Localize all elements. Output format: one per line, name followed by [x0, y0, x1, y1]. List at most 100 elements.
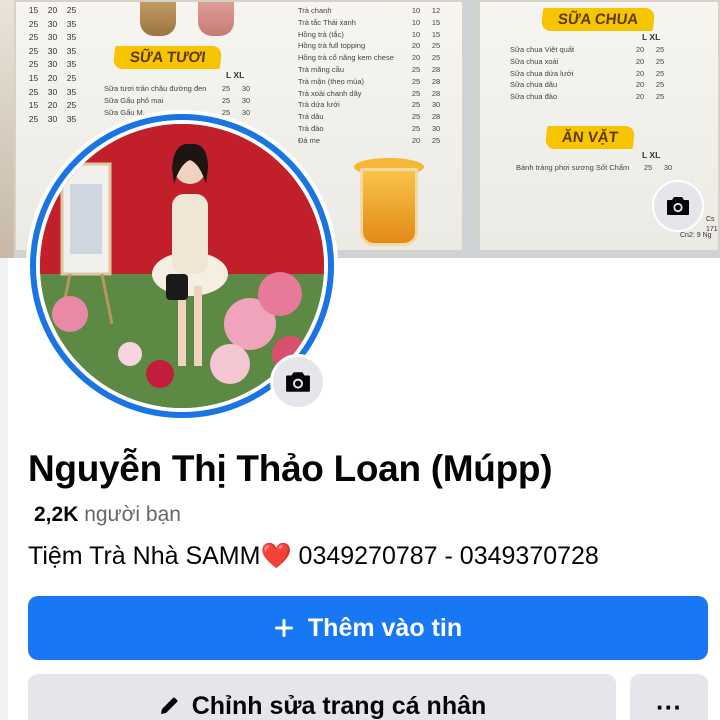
price-value: 30: [47, 45, 58, 56]
menu-item-price-xl: 30: [241, 107, 251, 117]
menu-item-price-xl: 30: [663, 163, 673, 172]
yogurt-banner: SỮA CHUA: [540, 8, 656, 31]
menu-item-price-xl: 30: [431, 100, 441, 110]
menu-item-price-l: 25: [411, 76, 421, 86]
price-value: 25: [28, 32, 39, 43]
price-row: 25 30 35: [24, 113, 81, 127]
menu-item-name: Sữa chua dứa lưới: [510, 68, 574, 78]
price-value: 25: [28, 86, 39, 97]
yogurt-menu-list: Sữa chua Việt quất 20 25 Sữa chua xoài 20 25 S…: [510, 44, 670, 103]
profile-name: Nguyễn Thị Thảo Loan (Múpp): [28, 448, 553, 489]
menu-item-name: Sữa chua Việt quất: [510, 45, 575, 54]
price-row: 25 30 35: [24, 58, 81, 72]
menu-item-price-l: 20: [635, 56, 645, 66]
menu-item: Sữa chua xoài 20 25: [510, 56, 670, 68]
price-value: 20: [47, 72, 58, 83]
menu-item-name: Bánh tráng phơi sương Sốt Chấm: [516, 163, 630, 172]
menu-item-price-l: 20: [411, 53, 421, 63]
menu-item: Trà tắc Thái xanh 10 15: [298, 17, 446, 29]
menu-item-name: Hồng trà full topping: [298, 41, 366, 51]
menu-item-price-xl: 28: [431, 88, 441, 98]
menu-item-name: Trà tắc Thái xanh: [298, 17, 356, 27]
menu-item: Đá me 20 25: [298, 135, 446, 147]
menu-item: Trà mãng cầu 25 28: [298, 64, 446, 76]
menu-item: Sữa Gấu phô mai 25 30: [104, 95, 256, 107]
profile-picture-camera-button[interactable]: [270, 354, 326, 410]
price-row: 15 20 25: [24, 4, 81, 18]
menu-item: Bánh tráng phơi sương Sốt Chấm 25 30: [516, 162, 678, 174]
menu-item: Trà đào 25 30: [298, 123, 446, 135]
bio-phones: 0349270787 - 0349370728: [291, 542, 599, 570]
menu-item: Sữa chua dâu 20 25: [510, 79, 670, 91]
menu-item-name: Sữa Gấu phô mai: [104, 95, 164, 105]
friends-count[interactable]: 2,2K người bạn: [34, 503, 181, 527]
menu-item-price-l: 20: [635, 92, 645, 102]
camera-icon: [667, 197, 689, 215]
price-value: 35: [66, 113, 77, 124]
heart-emoji: ❤️: [260, 542, 292, 570]
price-row: 25 30 35: [24, 31, 81, 45]
menu-item-price-l: 20: [635, 68, 645, 78]
menu-item-name: Sữa chua đào: [510, 92, 558, 102]
menu-item-price-xl: 12: [431, 6, 441, 15]
drink-cup-image: [140, 2, 176, 36]
menu-item-name: Hồng trà cổ năng kem chese: [298, 53, 394, 63]
menu-item-price-xl: 25: [655, 92, 665, 102]
price-value: 25: [66, 72, 77, 83]
price-value: 30: [47, 59, 58, 70]
cover-camera-button[interactable]: [652, 180, 704, 232]
menu-item-name: Trà dứa lưới: [298, 100, 340, 110]
snack-size-header: L XL: [642, 150, 661, 160]
price-row: 25 30 35: [24, 86, 81, 100]
menu-item: Hồng trà (tắc) 10 15: [298, 29, 446, 41]
menu-item-price-l: 20: [635, 80, 645, 90]
milk-size-header: L XL: [226, 70, 245, 80]
camera-icon: [286, 372, 310, 392]
price-value: 35: [66, 18, 77, 29]
add-to-story-button[interactable]: Thêm vào tin: [28, 596, 708, 660]
edit-profile-label: Chỉnh sửa trang cá nhân: [191, 692, 487, 720]
menu-item-price-xl: 25: [431, 53, 441, 63]
menu-item-price-l: 20: [411, 135, 421, 145]
price-value: 35: [66, 86, 77, 97]
tea-menu-list: Trà chanh 10 12 Trà tắc Thái xanh 10 15 Hồng t…: [298, 5, 446, 147]
price-value: 25: [28, 45, 39, 56]
price-value: 35: [66, 32, 77, 43]
menu-item-price-l: 25: [643, 163, 653, 172]
menu-item: Trà mận (theo mùa) 25 28: [298, 76, 446, 88]
friends-number: 2,2K: [34, 503, 79, 526]
menu-item: Sữa chua Việt quất 20 25: [510, 44, 670, 56]
menu-item-price-l: 10: [411, 6, 421, 15]
menu-item-name: Trà đào: [298, 123, 324, 133]
price-column: 15 20 25 25 30 35 25 30 35 25 30 35 25 30 35 15 20 25 25 30…: [24, 4, 81, 126]
menu-item: Trà dứa lưới 25 30: [298, 99, 446, 111]
friends-label: người bạn: [84, 503, 181, 526]
price-value: 15: [28, 72, 39, 83]
more-options-button[interactable]: ···: [630, 674, 708, 720]
menu-item-price-xl: 25: [655, 80, 665, 90]
menu-item-name: Trà mận (theo mùa): [298, 76, 364, 86]
menu-item-price-xl: 28: [431, 64, 441, 74]
price-value: 25: [28, 59, 39, 70]
menu-item: Trà chanh 10 12: [298, 5, 446, 17]
menu-item-price-l: 25: [411, 88, 421, 98]
bio-text: Tiệm Trà Nhà SAMM: [28, 542, 261, 570]
price-value: 15: [28, 100, 39, 111]
menu-item-price-xl: 30: [431, 123, 441, 133]
menu-item-price-l: 25: [221, 95, 231, 105]
menu-item-name: Đá me: [298, 135, 321, 145]
price-value: 25: [28, 113, 39, 124]
snack-banner: ĂN VẶT: [544, 126, 636, 149]
price-value: 35: [66, 59, 77, 70]
menu-item: Trà dâu 25 28: [298, 111, 446, 123]
price-row: 15 20 25: [24, 72, 81, 86]
more-icon: ···: [656, 692, 682, 720]
menu-item: Sữa tươi trân châu đường đen 25 30: [104, 83, 256, 95]
menu-item-price-xl: 25: [431, 135, 441, 145]
menu-item-price-l: 25: [411, 100, 421, 110]
cover-edge-image: [0, 0, 14, 258]
menu-item-name: Sữa tươi trân châu đường đen: [104, 84, 207, 93]
menu-item-name: Hồng trà (tắc): [298, 29, 344, 39]
edit-profile-button[interactable]: Chỉnh sửa trang cá nhân: [28, 674, 616, 720]
menu-item-price-xl: 28: [431, 76, 441, 86]
